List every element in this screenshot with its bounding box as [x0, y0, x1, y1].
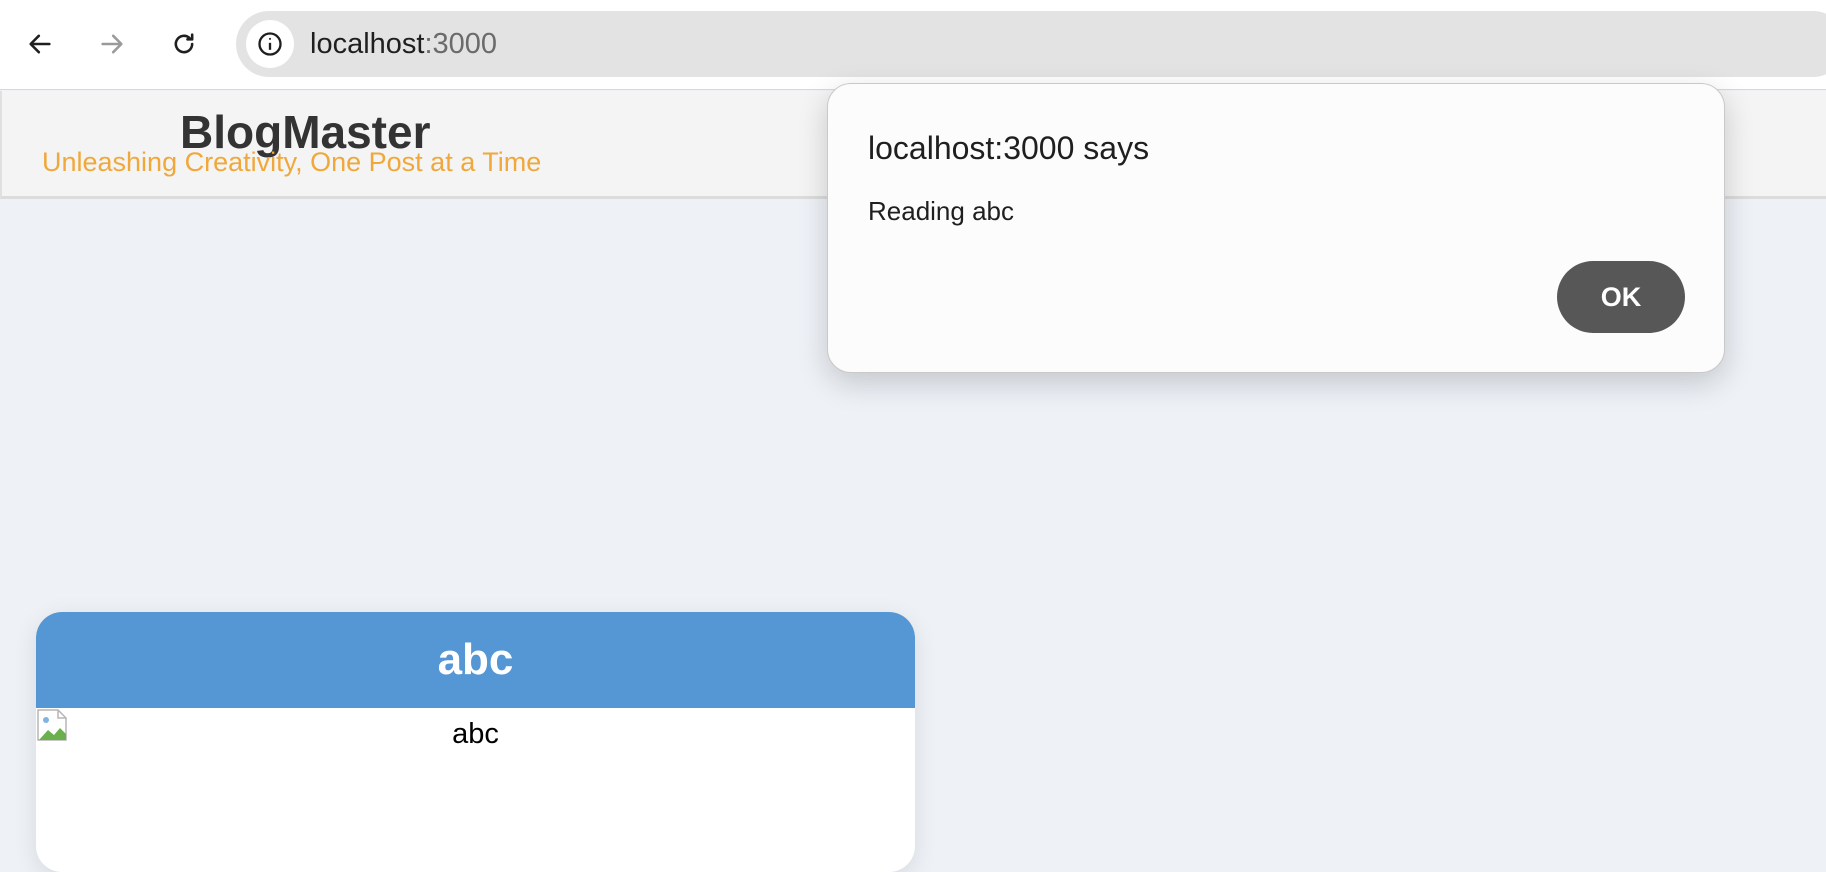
dialog-title: localhost:3000 says	[868, 130, 1150, 166]
arrow-right-icon	[101, 34, 123, 54]
browser-toolbar: localhost:3000	[0, 0, 1826, 90]
forward-button[interactable]	[90, 22, 134, 66]
post-image-alt: abc	[452, 718, 499, 750]
post-card-header: abc	[36, 612, 915, 708]
ok-button[interactable]: OK	[1557, 261, 1685, 333]
url-host: localhost	[310, 28, 425, 60]
site-tagline: Unleashing Creativity, One Post at a Tim…	[42, 147, 542, 177]
post-card[interactable]: abc abc	[36, 612, 915, 872]
url-port: :3000	[424, 28, 498, 60]
arrow-left-icon	[29, 34, 51, 54]
back-button[interactable]	[18, 22, 62, 66]
info-circle-icon	[258, 32, 282, 56]
reload-button[interactable]	[162, 22, 206, 66]
post-card-body: abc	[36, 708, 915, 872]
address-bar[interactable]: localhost:3000	[236, 11, 1826, 77]
url-text[interactable]: localhost:3000	[310, 28, 497, 61]
alert-dialog: localhost:3000 says Reading abc OK	[827, 83, 1725, 373]
post-title: abc	[437, 635, 514, 684]
reload-icon	[174, 33, 194, 54]
dialog-message: Reading abc	[868, 196, 1014, 226]
site-info-button[interactable]	[246, 20, 294, 68]
